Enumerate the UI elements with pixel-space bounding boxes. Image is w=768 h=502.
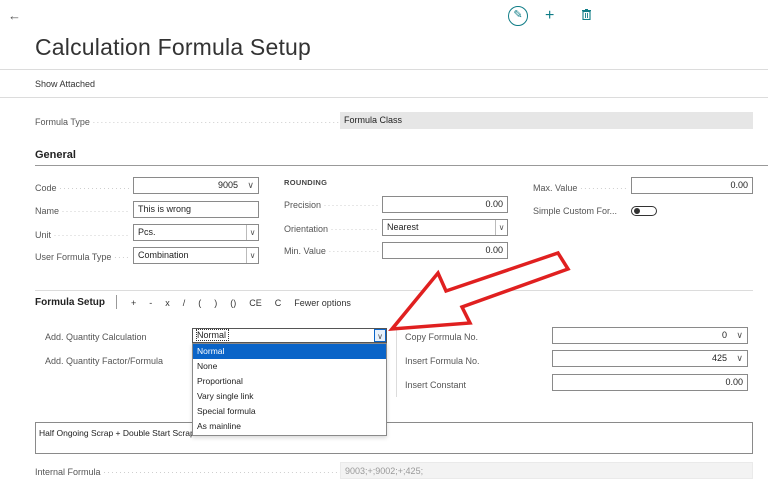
formula-type-value: Formula Class xyxy=(340,112,753,129)
insert-formula-field[interactable]: 425 ∨ xyxy=(552,350,748,367)
max-value-label: Max. Value ························ xyxy=(533,183,628,193)
user-formula-type-label: User Formula Type ·········· xyxy=(35,252,130,262)
min-value-label: Min. Value ······················ xyxy=(284,246,379,256)
pencil-icon: ✎ xyxy=(513,9,523,21)
dropdown-option[interactable]: Proportional xyxy=(193,374,386,389)
trash-icon xyxy=(582,9,591,21)
name-label: Name ·························· xyxy=(35,206,130,216)
dropdown-option[interactable]: As mainline xyxy=(193,419,386,434)
dropdown-arrow-icon: ∨ xyxy=(246,225,258,240)
divider xyxy=(0,97,768,98)
divider xyxy=(0,69,768,70)
op-minus-button[interactable]: - xyxy=(149,298,152,308)
add-qty-calc-dropdown-list: Normal None Proportional Vary single lin… xyxy=(192,343,387,436)
insert-formula-label: Insert Formula No. xyxy=(405,356,480,366)
annotation-arrow-icon xyxy=(388,250,571,332)
formula-setup-title: Formula Setup xyxy=(35,297,106,308)
delete-button[interactable] xyxy=(582,9,591,21)
op-plus-button[interactable]: + xyxy=(131,298,136,308)
insert-constant-field[interactable]: 0.00 xyxy=(552,374,748,391)
formula-text-area[interactable]: Half Ongoing Scrap + Double Start Scrap xyxy=(35,422,753,454)
formula-type-label: Formula Type ···························… xyxy=(35,117,340,127)
dropdown-arrow-icon: ∨ xyxy=(246,248,258,263)
back-button[interactable]: ← xyxy=(8,8,21,23)
formula-operators-bar: + - x / () () CE C Fewer options xyxy=(131,298,364,308)
plus-icon: + xyxy=(545,7,555,24)
dropdown-option[interactable]: Vary single link xyxy=(193,389,386,404)
page-title: Calculation Formula Setup xyxy=(35,34,312,60)
code-field[interactable]: 9005 ∨ xyxy=(133,177,259,194)
new-button[interactable]: + xyxy=(545,6,554,26)
chevron-down-icon: ∨ xyxy=(736,330,743,340)
chevron-down-icon: ∨ xyxy=(736,353,743,363)
simple-custom-toggle[interactable] xyxy=(631,206,657,216)
internal-formula-value: 9003;+;9002;+;425; xyxy=(340,462,753,479)
orientation-select[interactable]: Nearest ∨ xyxy=(382,219,508,236)
max-value-field[interactable]: 0.00 xyxy=(631,177,753,194)
fewer-options-button[interactable]: Fewer options xyxy=(294,298,351,308)
add-qty-calc-label: Add. Quantity Calculation xyxy=(45,332,147,342)
add-qty-factor-label: Add. Quantity Factor/Formula xyxy=(45,356,164,366)
chevron-down-icon: ∨ xyxy=(247,180,254,190)
unit-select[interactable]: Pcs. ∨ xyxy=(133,224,259,241)
code-label: Code ·························· xyxy=(35,183,130,193)
precision-label: Precision ······················ xyxy=(284,200,379,210)
general-section-title[interactable]: General xyxy=(35,149,76,161)
op-clear-entry-button[interactable]: CE xyxy=(249,298,262,308)
dropdown-arrow-icon: ∨ xyxy=(495,220,507,235)
op-open-paren-button[interactable]: ( xyxy=(198,298,201,308)
orientation-label: Orientation ······················ xyxy=(284,224,379,234)
op-close-paren-button[interactable]: ) xyxy=(214,298,217,308)
internal-formula-label: Internal Formula ·······················… xyxy=(35,467,340,477)
precision-field[interactable]: 0.00 xyxy=(382,196,508,213)
divider xyxy=(35,165,768,166)
show-attached-button[interactable]: Show Attached xyxy=(35,79,95,89)
unit-label: Unit ·························· xyxy=(35,230,130,240)
add-qty-calc-select[interactable]: Normal ∨ xyxy=(192,328,387,343)
divider xyxy=(116,295,117,309)
dropdown-option[interactable]: Normal xyxy=(193,344,386,359)
simple-custom-label: Simple Custom For... xyxy=(533,206,618,216)
edit-button[interactable]: ✎ xyxy=(508,6,528,26)
user-formula-type-select[interactable]: Combination ∨ xyxy=(133,247,259,264)
copy-formula-field[interactable]: 0 ∨ xyxy=(552,327,748,344)
insert-constant-label: Insert Constant xyxy=(405,380,467,390)
rounding-subtitle: ROUNDING xyxy=(284,178,328,187)
dropdown-option[interactable]: None xyxy=(193,359,386,374)
dropdown-option[interactable]: Special formula xyxy=(193,404,386,419)
op-divide-button[interactable]: / xyxy=(183,298,186,308)
op-multiply-button[interactable]: x xyxy=(165,298,170,308)
op-clear-button[interactable]: C xyxy=(275,298,282,308)
arrow-left-icon: ← xyxy=(8,8,21,23)
toggle-knob xyxy=(634,208,640,214)
op-parens-button[interactable]: () xyxy=(230,298,236,308)
name-field[interactable]: This is wrong xyxy=(133,201,259,218)
